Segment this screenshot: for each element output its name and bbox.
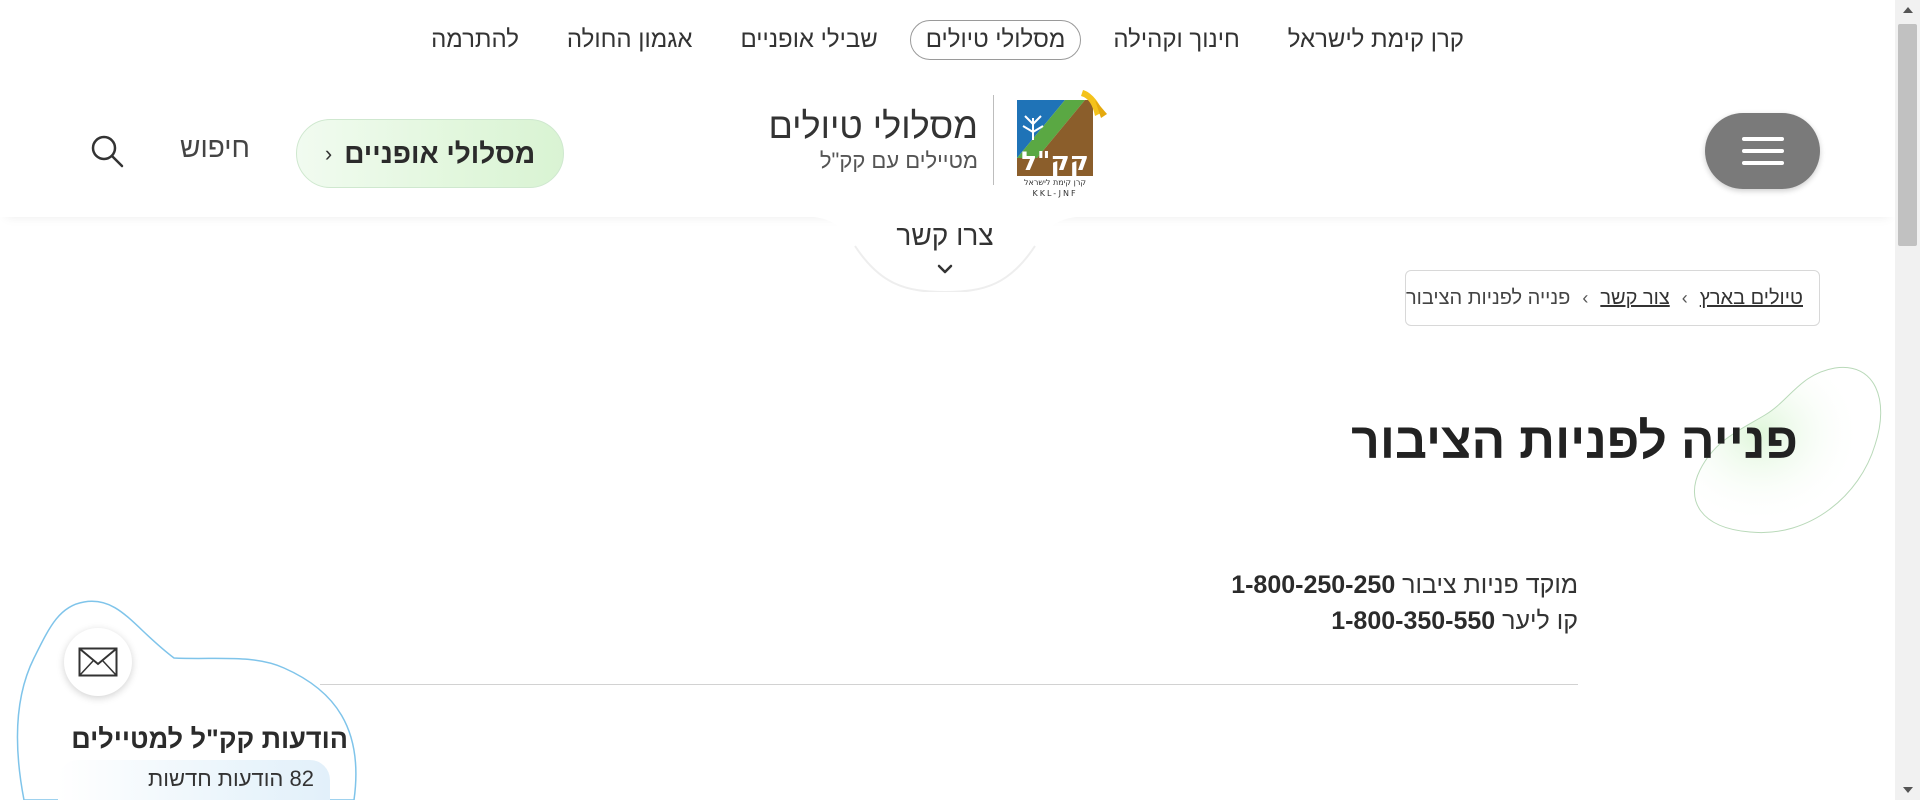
envelope-icon: [78, 647, 118, 677]
breadcrumb-link-trips[interactable]: טיולים בארץ: [1700, 287, 1803, 310]
logo-text: קק"ל: [1021, 147, 1089, 177]
contact-line-public: מוקד פניות ציבור 1-800-250-250: [1000, 571, 1578, 600]
bike-routes-label: מסלולי אופניים: [344, 137, 536, 169]
page-scrollbar[interactable]: [1895, 0, 1920, 800]
nav-link-hula-lake[interactable]: אגמון החולה: [551, 20, 709, 60]
nav-link-kkl[interactable]: קרן קימת לישראל: [1272, 20, 1480, 60]
bike-routes-button[interactable]: מסלולי אופניים ‹: [296, 119, 564, 188]
phone-number[interactable]: 1-800-350-550: [1331, 607, 1495, 635]
breadcrumb: טיולים בארץ › צור קשר › פנייה לפניות הצי…: [1405, 270, 1820, 326]
nav-link-bike-paths[interactable]: שבילי אופניים: [724, 20, 893, 60]
scroll-down-arrow-icon[interactable]: [1895, 780, 1920, 800]
chevron-down-icon: [937, 264, 953, 274]
logo-small-text: קרן קימת לישראל: [1024, 178, 1086, 187]
phone-number[interactable]: 1-800-250-250: [1231, 571, 1395, 599]
chevron-left-icon: ›: [1681, 287, 1688, 308]
breadcrumb-current: פנייה לפניות הציבור: [1405, 286, 1571, 309]
scrollbar-thumb[interactable]: [1898, 24, 1917, 246]
contact-line-label: קו ליער: [1502, 607, 1578, 635]
messages-widget: הודעות קק"ל למטיילים 82 הודעות חדשות: [14, 598, 364, 800]
nav-link-trails[interactable]: מסלולי טיולים: [909, 20, 1082, 60]
chevron-left-icon: ›: [1582, 287, 1589, 308]
breadcrumb-link-contact[interactable]: צור קשר: [1600, 287, 1669, 310]
search-icon[interactable]: [90, 134, 124, 168]
nav-link-donate[interactable]: להתרמה: [415, 20, 535, 60]
messages-count-badge[interactable]: 82 הודעות חדשות: [58, 760, 330, 800]
messages-count: 82: [289, 766, 314, 791]
nav-link-education[interactable]: חינוך וקהילה: [1097, 20, 1255, 60]
menu-button[interactable]: [1705, 113, 1820, 189]
content-divider: [320, 684, 1578, 685]
chevron-left-icon: ‹: [324, 140, 333, 166]
kkl-logo[interactable]: קק"ל קרן קימת לישראל KKL-JNF: [1015, 88, 1110, 198]
search-label[interactable]: חיפוש: [180, 132, 250, 164]
messages-count-label: הודעות חדשות: [148, 766, 284, 791]
hamburger-icon-line: [1741, 161, 1784, 165]
logo-latin-text: KKL-JNF: [1032, 189, 1077, 198]
hamburger-icon-line: [1741, 149, 1784, 153]
contact-line-forest: קו ליער 1-800-350-550: [1000, 607, 1578, 636]
contact-tab[interactable]: צרו קשר: [795, 216, 1095, 292]
page-title: פנייה לפניות הציבור: [1351, 413, 1798, 469]
logo-divider: [993, 95, 994, 185]
site-title: מסלולי טיולים: [768, 105, 978, 146]
top-nav: קרן קימת לישראל חינוך וקהילה מסלולי טיול…: [0, 0, 1895, 80]
site-subtitle: מטיילים עם קק"ל: [819, 148, 978, 173]
contact-tab-label: צרו קשר: [896, 220, 994, 251]
contact-line-label: מוקד פניות ציבור: [1402, 571, 1578, 599]
hamburger-icon-line: [1741, 137, 1784, 141]
site-header: קק"ל קרן קימת לישראל KKL-JNF מסלולי טיול…: [0, 80, 1895, 217]
scroll-up-arrow-icon[interactable]: [1895, 0, 1920, 20]
messages-mail-button[interactable]: [64, 628, 132, 696]
messages-title: הודעות קק"ל למטיילים: [71, 724, 348, 754]
